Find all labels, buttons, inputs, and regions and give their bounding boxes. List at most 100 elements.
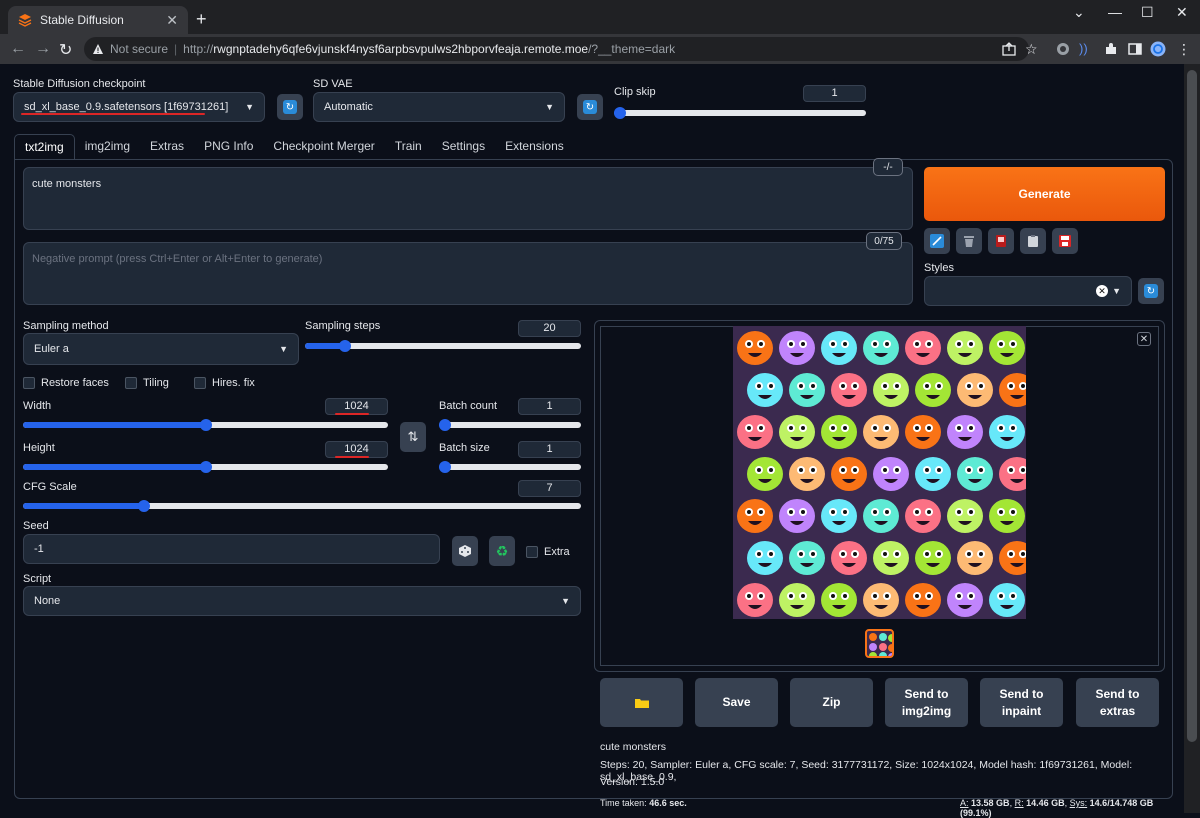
- cfg-scale-slider[interactable]: [23, 500, 581, 512]
- tab-search-icon[interactable]: ⌄: [1073, 4, 1085, 21]
- monster-pupil: [757, 552, 761, 556]
- mem-sys-label: Sys:: [1069, 798, 1088, 808]
- url-scheme: http://: [183, 42, 214, 56]
- refresh-vae-button[interactable]: ↻: [577, 94, 603, 120]
- tab-txt2img[interactable]: txt2img: [14, 134, 75, 160]
- tab-img2img[interactable]: img2img: [75, 134, 140, 160]
- minimize-icon[interactable]: —: [1108, 4, 1122, 20]
- tab-settings[interactable]: Settings: [432, 134, 495, 160]
- trash-icon: [964, 236, 974, 247]
- sampling-method-value: Euler a: [34, 343, 69, 355]
- monster-pupil: [831, 426, 835, 430]
- zip-button[interactable]: Zip: [790, 678, 873, 727]
- chevron-down-icon: ▼: [545, 102, 554, 112]
- save-button[interactable]: Save: [695, 678, 778, 727]
- width-slider[interactable]: [23, 419, 388, 431]
- monster-body: [779, 583, 815, 617]
- refresh-styles-button[interactable]: ↻: [1138, 278, 1164, 304]
- chevron-down-icon: ▼: [279, 344, 288, 354]
- webui-app: Stable Diffusion checkpoint sd_xl_base_0…: [0, 64, 1184, 818]
- prompt-textarea[interactable]: cute monsters: [23, 167, 913, 230]
- tab-extras[interactable]: Extras: [140, 134, 194, 160]
- hires-fix-checkbox[interactable]: [194, 377, 206, 389]
- clip-skip-slider[interactable]: [614, 107, 866, 119]
- monster-body: [779, 415, 815, 449]
- monster-pupil: [957, 426, 961, 430]
- generated-monsters-image[interactable]: [733, 326, 1026, 619]
- script-dropdown[interactable]: None ▼: [23, 586, 581, 616]
- monster-pupil: [969, 426, 973, 430]
- reuse-seed-button[interactable]: ♻: [489, 536, 515, 566]
- url-field[interactable]: Not secure | http:// rwgnptadehy6qfe6vju…: [84, 37, 1029, 61]
- sampling-steps-input[interactable]: 20: [518, 320, 581, 337]
- save-style-button[interactable]: [1052, 228, 1078, 254]
- refresh-checkpoint-button[interactable]: ↻: [277, 94, 303, 120]
- read-params-button[interactable]: [924, 228, 950, 254]
- send-inpaint-line1: Send to: [999, 686, 1044, 701]
- random-seed-button[interactable]: [452, 536, 478, 566]
- send-to-img2img-button[interactable]: Send to img2img: [885, 678, 968, 727]
- sound-waves-icon[interactable]: )): [1079, 41, 1095, 57]
- restore-faces-checkbox[interactable]: [23, 377, 35, 389]
- bookmark-star-icon[interactable]: ☆: [1025, 41, 1041, 57]
- new-tab-icon[interactable]: +: [196, 9, 207, 30]
- reload-icon[interactable]: ↻: [59, 40, 72, 60]
- cfg-scale-input[interactable]: 7: [518, 480, 581, 497]
- negative-prompt-textarea[interactable]: Negative prompt (press Ctrl+Enter or Alt…: [23, 242, 913, 305]
- cfg-scale-label: CFG Scale: [23, 481, 77, 493]
- clear-prompt-button[interactable]: [956, 228, 982, 254]
- stable-diffusion-favicon-icon: [18, 14, 32, 27]
- close-tab-icon[interactable]: ✕: [166, 12, 178, 29]
- extension-circle-icon[interactable]: [1055, 41, 1071, 57]
- open-folder-button[interactable]: [600, 678, 683, 727]
- batch-count-slider[interactable]: [439, 419, 581, 431]
- show-extra-networks-button[interactable]: [988, 228, 1014, 254]
- checkpoint-dropdown[interactable]: sd_xl_base_0.9.safetensors [1f69731261] …: [13, 92, 265, 122]
- tab-extensions[interactable]: Extensions: [495, 134, 574, 160]
- url-host: rwgnptadehy6qfe6vjunskf4nysf6arpbsvpulws…: [213, 42, 589, 56]
- back-icon[interactable]: ←: [10, 40, 26, 58]
- monster-body: [831, 541, 867, 575]
- maximize-icon[interactable]: ☐: [1141, 4, 1154, 21]
- vae-dropdown[interactable]: Automatic ▼: [313, 92, 565, 122]
- tab-checkpoint-merger[interactable]: Checkpoint Merger: [263, 134, 384, 160]
- monster-body: [915, 541, 951, 575]
- monster-pupil: [873, 510, 877, 514]
- generate-button[interactable]: Generate: [924, 167, 1165, 221]
- warning-icon: [93, 44, 103, 54]
- side-panel-icon[interactable]: [1127, 41, 1143, 57]
- clear-styles-icon[interactable]: ✕: [1096, 285, 1109, 297]
- send-to-extras-button[interactable]: Send to extras: [1076, 678, 1159, 727]
- batch-size-slider[interactable]: [439, 461, 581, 473]
- tab-png-info[interactable]: PNG Info: [194, 134, 263, 160]
- share-icon[interactable]: [1001, 41, 1017, 57]
- monster-pupil: [873, 594, 877, 598]
- sampling-method-dropdown[interactable]: Euler a ▼: [23, 333, 299, 365]
- monster-pupil: [915, 594, 919, 598]
- page-scrollbar-thumb[interactable]: [1187, 70, 1197, 742]
- seed-input[interactable]: -1: [23, 534, 440, 564]
- profile-avatar-icon[interactable]: [1150, 41, 1166, 57]
- kebab-menu-icon[interactable]: ⋮: [1177, 41, 1193, 57]
- send-to-inpaint-button[interactable]: Send to inpaint: [980, 678, 1063, 727]
- chevron-down-icon: ▼: [245, 102, 254, 112]
- monster-body: [789, 541, 825, 575]
- sampling-steps-slider[interactable]: [305, 340, 581, 352]
- window-close-icon[interactable]: ✕: [1176, 4, 1188, 21]
- apply-style-button[interactable]: [1020, 228, 1046, 254]
- tiling-checkbox[interactable]: [125, 377, 137, 389]
- clip-skip-input[interactable]: 1: [803, 85, 866, 102]
- gallery-thumbnail[interactable]: [865, 629, 894, 658]
- styles-dropdown[interactable]: ✕ ▼: [924, 276, 1132, 306]
- tab-train[interactable]: Train: [385, 134, 432, 160]
- close-preview-icon[interactable]: ✕: [1137, 332, 1151, 346]
- height-slider[interactable]: [23, 461, 388, 473]
- batch-size-input[interactable]: 1: [518, 441, 581, 458]
- extra-seed-checkbox[interactable]: [526, 546, 538, 558]
- extensions-puzzle-icon[interactable]: [1103, 41, 1119, 57]
- forward-icon[interactable]: →: [35, 40, 51, 58]
- batch-count-input[interactable]: 1: [518, 398, 581, 415]
- browser-tab[interactable]: Stable Diffusion ✕: [8, 6, 188, 34]
- swap-dimensions-button[interactable]: ⇅: [400, 422, 426, 452]
- monster-body: [779, 331, 815, 365]
